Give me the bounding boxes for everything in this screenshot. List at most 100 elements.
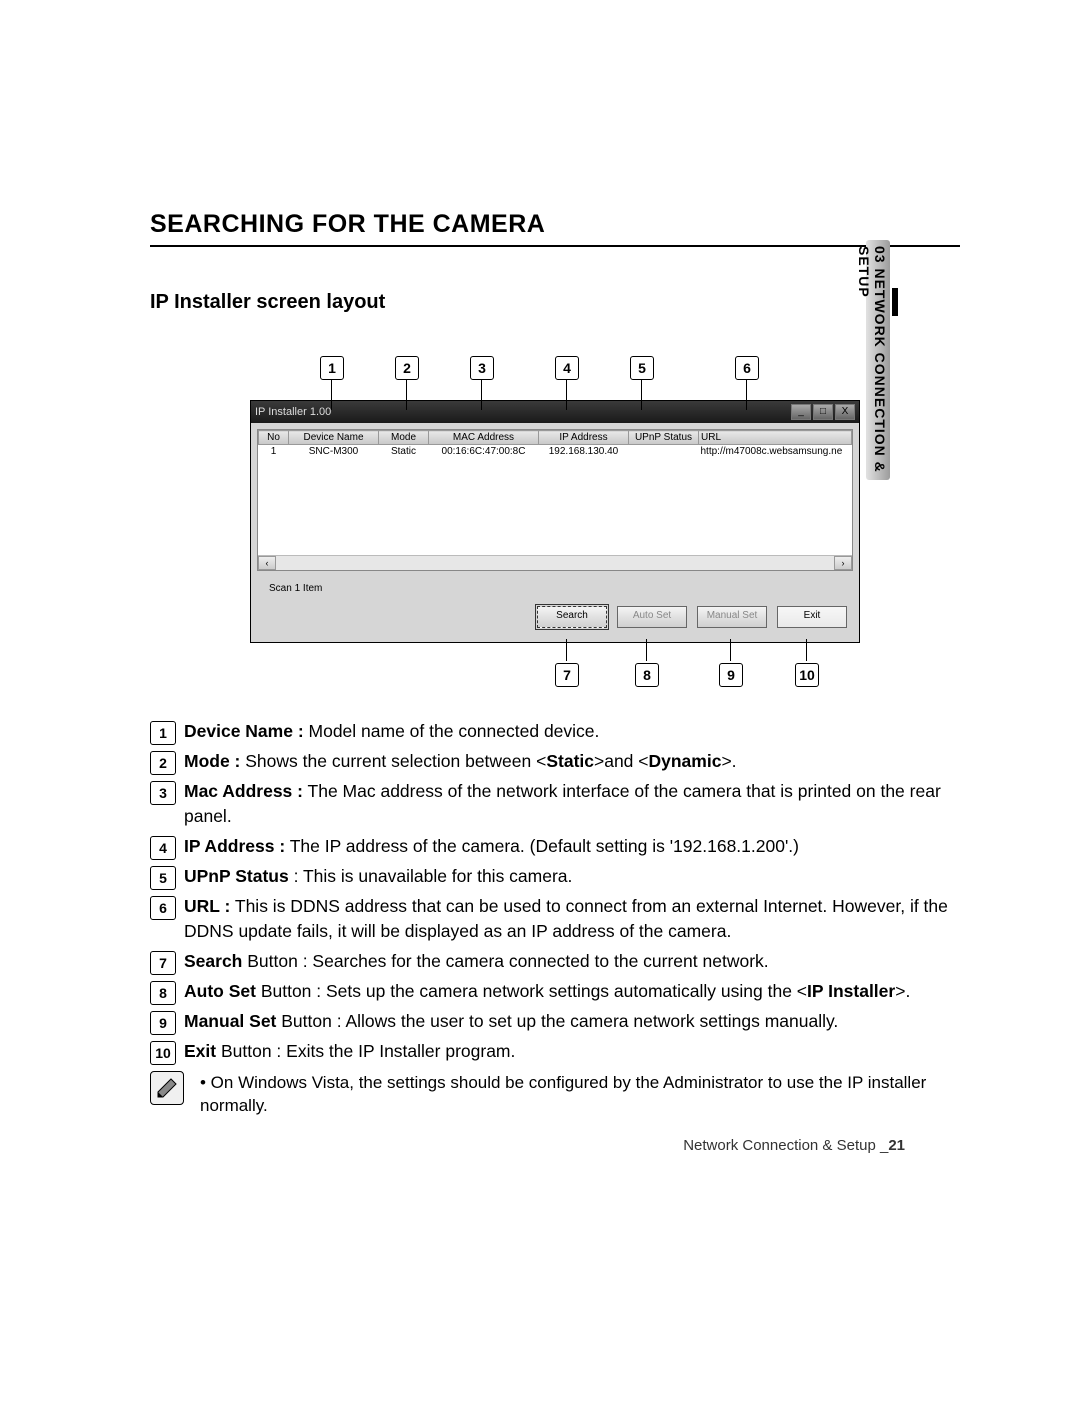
desc-item: 9 Manual Set Button : Allows the user to… — [150, 1009, 960, 1035]
chapter-side-tab: 03 NETWORK CONNECTION & SETUP — [866, 240, 890, 480]
callout-line — [481, 380, 482, 410]
desc-item: 3 Mac Address : The Mac address of the n… — [150, 779, 960, 830]
device-list[interactable]: No Device Name Mode MAC Address IP Addre… — [257, 429, 853, 571]
page-footer: Network Connection & Setup _21 — [683, 1137, 905, 1154]
auto-set-button[interactable]: Auto Set — [617, 606, 687, 628]
term: Search — [184, 951, 242, 971]
note-text: • On Windows Vista, the settings should … — [200, 1071, 960, 1119]
table-header-row: No Device Name Mode MAC Address IP Addre… — [259, 431, 852, 445]
cell-device: SNC-M300 — [289, 445, 379, 459]
desc-text: Device Name : Model name of the connecte… — [184, 719, 599, 744]
ip-installer-window: IP Installer 1.00 _ □ X — [250, 400, 860, 643]
page-number: 21 — [888, 1137, 905, 1154]
callout-line — [566, 380, 567, 410]
search-button[interactable]: Search — [537, 606, 607, 628]
desc-text: IP Address : The IP address of the camer… — [184, 834, 799, 859]
body: Button : Exits the IP Installer program. — [216, 1041, 515, 1061]
close-button[interactable]: X — [835, 404, 855, 420]
callout-6: 6 — [735, 356, 759, 380]
section-title: SEARCHING FOR THE CAMERA — [150, 210, 960, 247]
desc-item: 1 Device Name : Model name of the connec… — [150, 719, 960, 745]
callout-line — [646, 639, 647, 661]
manual-set-button[interactable]: Manual Set — [697, 606, 767, 628]
bold: Dynamic — [649, 751, 722, 771]
desc-item: 4 IP Address : The IP address of the cam… — [150, 834, 960, 860]
col-ip[interactable]: IP Address — [539, 431, 629, 445]
term: IP Address : — [184, 836, 285, 856]
chapter-title: NETWORK CONNECTION & SETUP — [856, 246, 888, 473]
scroll-left-icon[interactable]: ‹ — [258, 556, 276, 570]
col-upnp[interactable]: UPnP Status — [629, 431, 699, 445]
desc-num: 2 — [150, 751, 176, 775]
window-title-bar: IP Installer 1.00 _ □ X — [251, 401, 859, 423]
desc-text: Search Button : Searches for the camera … — [184, 949, 769, 974]
desc-item: 5 UPnP Status : This is unavailable for … — [150, 864, 960, 890]
chapter-number: 03 — [872, 246, 888, 264]
cell-mac: 00:16:6C:47:00:8C — [429, 445, 539, 459]
desc-item: 6 URL : This is DDNS address that can be… — [150, 894, 960, 945]
callout-line — [730, 639, 731, 661]
pencil-note-icon — [150, 1071, 184, 1105]
col-url[interactable]: URL — [699, 431, 852, 445]
desc-num: 6 — [150, 896, 176, 920]
callout-line — [566, 639, 567, 661]
desc-num: 8 — [150, 981, 176, 1005]
cell-url: http://m47008c.websamsung.ne — [699, 445, 852, 459]
desc-text: Exit Button : Exits the IP Installer pro… — [184, 1039, 515, 1064]
window-body: No Device Name Mode MAC Address IP Addre… — [251, 423, 859, 642]
callout-5: 5 — [630, 356, 654, 380]
body: >and < — [594, 751, 649, 771]
term: Device Name : — [184, 721, 304, 741]
scroll-track[interactable] — [276, 556, 834, 570]
desc-num: 1 — [150, 721, 176, 745]
callout-4: 4 — [555, 356, 579, 380]
callout-line — [331, 380, 332, 410]
cell-mode: Static — [379, 445, 429, 459]
body: : This is unavailable for this camera. — [289, 866, 573, 886]
col-no[interactable]: No — [259, 431, 289, 445]
col-mode[interactable]: Mode — [379, 431, 429, 445]
col-mac[interactable]: MAC Address — [429, 431, 539, 445]
callout-line — [746, 380, 747, 410]
status-text: Scan 1 Item — [269, 583, 849, 594]
desc-num: 10 — [150, 1041, 176, 1065]
bold: Static — [546, 751, 594, 771]
desc-text: Auto Set Button : Sets up the camera net… — [184, 979, 910, 1004]
desc-item: 7 Search Button : Searches for the camer… — [150, 949, 960, 975]
exit-button[interactable]: Exit — [777, 606, 847, 628]
body: >. — [721, 751, 736, 771]
desc-item: 2 Mode : Shows the current selection bet… — [150, 749, 960, 775]
body: Button : Searches for the camera connect… — [242, 951, 768, 971]
callout-1: 1 — [320, 356, 344, 380]
desc-text: Manual Set Button : Allows the user to s… — [184, 1009, 838, 1034]
desc-num: 3 — [150, 781, 176, 805]
callout-row-top: 1 2 3 4 5 6 — [250, 356, 860, 386]
callout-7: 7 — [555, 663, 579, 687]
window-title: IP Installer 1.00 — [255, 406, 331, 418]
body: >. — [895, 981, 910, 1001]
minimize-button[interactable]: _ — [791, 404, 811, 420]
scroll-right-icon[interactable]: › — [834, 556, 852, 570]
desc-text: Mac Address : The Mac address of the net… — [184, 779, 960, 830]
body: Button : Sets up the camera network sett… — [256, 981, 807, 1001]
desc-num: 7 — [150, 951, 176, 975]
button-row: Search Auto Set Manual Set Exit — [257, 602, 853, 636]
desc-item: 10 Exit Button : Exits the IP Installer … — [150, 1039, 960, 1065]
term: Auto Set — [184, 981, 256, 1001]
body: Shows the current selection between < — [240, 751, 546, 771]
maximize-button[interactable]: □ — [813, 404, 833, 420]
term: UPnP Status — [184, 866, 289, 886]
term: Manual Set — [184, 1011, 276, 1031]
col-device[interactable]: Device Name — [289, 431, 379, 445]
callout-line — [806, 639, 807, 661]
term: Mode : — [184, 751, 240, 771]
horizontal-scrollbar[interactable]: ‹ › — [258, 555, 852, 570]
cell-no: 1 — [259, 445, 289, 459]
bold: IP Installer — [807, 981, 895, 1001]
body: Button : Allows the user to set up the c… — [276, 1011, 838, 1031]
desc-num: 4 — [150, 836, 176, 860]
term: Mac Address : — [184, 781, 303, 801]
window-controls: _ □ X — [791, 404, 855, 420]
cell-ip: 192.168.130.40 — [539, 445, 629, 459]
table-row[interactable]: 1 SNC-M300 Static 00:16:6C:47:00:8C 192.… — [259, 445, 852, 459]
